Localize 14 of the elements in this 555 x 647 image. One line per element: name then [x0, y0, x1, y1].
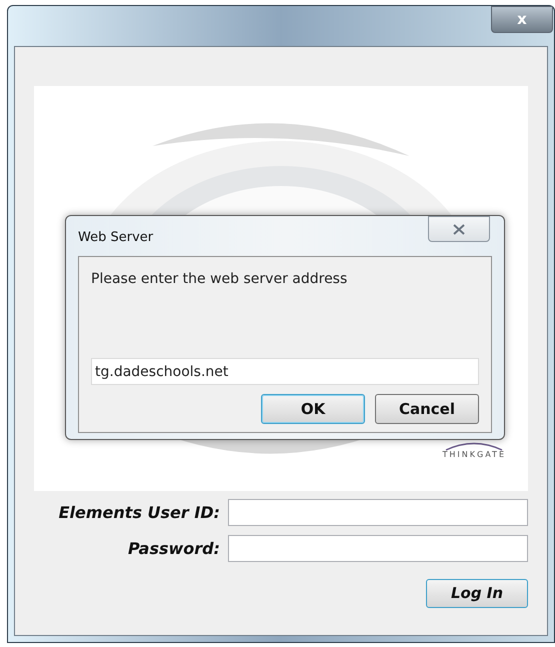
user-id-field[interactable] [228, 499, 528, 526]
swoosh-icon [444, 441, 504, 451]
field-label: Elements User ID: [58, 502, 221, 524]
ok-button[interactable]: OK [261, 394, 365, 424]
dialog-title: Web Server [78, 229, 154, 248]
server-address-field[interactable]: tg.dadeschools.net [91, 358, 479, 385]
close-icon [453, 224, 465, 234]
cancel-button[interactable]: Cancel [375, 394, 479, 424]
close-button[interactable] [428, 216, 490, 242]
password-field[interactable] [228, 535, 528, 562]
prompt-text: Please enter the web server address [91, 270, 348, 289]
logo-text: THINKGATE [442, 451, 506, 459]
field-label: Password: [126, 538, 221, 560]
login-button[interactable]: Log In [426, 579, 528, 608]
